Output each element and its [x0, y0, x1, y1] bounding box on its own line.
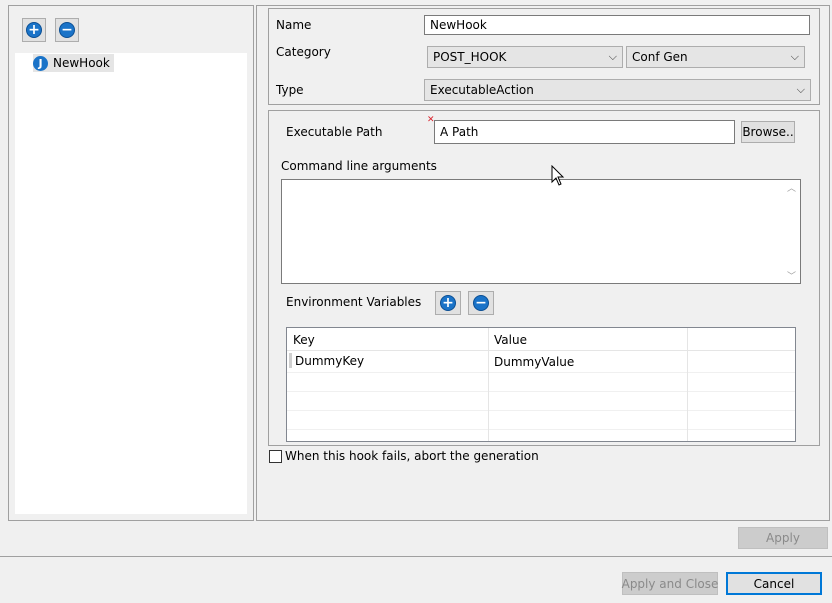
- cmd-args-textarea[interactable]: ︿ ﹀: [281, 179, 801, 284]
- env-value-cell[interactable]: DummyValue: [488, 352, 687, 372]
- abort-on-fail-checkbox[interactable]: [269, 450, 282, 463]
- subcategory-select[interactable]: Conf Gen ⌵: [626, 46, 805, 68]
- chevron-down-icon: ⌵: [608, 50, 617, 63]
- column-divider: [488, 328, 489, 441]
- hook-tree[interactable]: J NewHook: [15, 53, 247, 514]
- category-select-value: POST_HOOK: [433, 50, 507, 64]
- table-header-row: Key Value: [287, 330, 795, 351]
- category-select[interactable]: POST_HOOK ⌵: [427, 46, 623, 68]
- error-icon: ✕: [427, 115, 435, 125]
- name-label: Name: [276, 18, 312, 32]
- apply-button[interactable]: Apply: [738, 527, 828, 549]
- env-vars-table[interactable]: Key Value DummyKey DummyValue: [286, 327, 796, 442]
- type-select[interactable]: ExecutableAction ⌵: [424, 79, 811, 101]
- plus-icon: +: [440, 295, 456, 311]
- hook-icon: J: [33, 55, 48, 71]
- table-row[interactable]: [287, 391, 795, 411]
- hook-list-panel: + − J NewHook: [8, 5, 254, 521]
- minus-icon: −: [473, 295, 489, 311]
- table-row[interactable]: DummyKey DummyValue: [287, 350, 795, 373]
- env-vars-label: Environment Variables: [286, 295, 422, 309]
- minus-icon: −: [59, 22, 75, 38]
- column-header-key[interactable]: Key: [287, 330, 488, 350]
- apply-and-close-button[interactable]: Apply and Close: [622, 572, 718, 595]
- table-row[interactable]: [287, 410, 795, 430]
- hook-details-panel: Name NewHook Category POST_HOOK ⌵ Conf G…: [256, 5, 830, 521]
- table-row[interactable]: [287, 372, 795, 392]
- footer-separator: [0, 556, 832, 557]
- type-select-value: ExecutableAction: [430, 83, 534, 97]
- column-divider: [687, 328, 688, 441]
- chevron-down-icon: ⌵: [796, 83, 805, 96]
- chevron-up-icon: ︿: [786, 184, 796, 194]
- remove-hook-button[interactable]: −: [55, 18, 79, 42]
- executable-action-group: Executable Path ✕ A Path Browse.. Comman…: [268, 110, 820, 446]
- tree-item-newhook[interactable]: J NewHook: [33, 54, 114, 72]
- add-env-var-button[interactable]: +: [435, 291, 461, 315]
- exec-path-label: Executable Path: [286, 125, 383, 139]
- name-input[interactable]: NewHook: [424, 15, 810, 35]
- env-key-cell[interactable]: DummyKey: [289, 350, 488, 372]
- chevron-down-icon: ⌵: [790, 50, 799, 63]
- mouse-cursor-icon: [551, 165, 565, 186]
- plus-icon: +: [26, 22, 42, 38]
- category-label: Category: [276, 45, 331, 59]
- remove-env-var-button[interactable]: −: [468, 291, 494, 315]
- chevron-down-icon: ﹀: [786, 272, 796, 282]
- exec-path-input[interactable]: A Path: [434, 120, 735, 144]
- cmd-args-label: Command line arguments: [281, 159, 437, 173]
- cancel-button[interactable]: Cancel: [726, 572, 822, 595]
- subcategory-select-value: Conf Gen: [632, 50, 688, 64]
- abort-on-fail-label[interactable]: When this hook fails, abort the generati…: [285, 449, 539, 463]
- cmd-args-scrollbar[interactable]: ︿ ﹀: [784, 181, 799, 282]
- tree-item-label: NewHook: [53, 56, 110, 70]
- browse-button[interactable]: Browse..: [741, 121, 795, 143]
- column-header-value[interactable]: Value: [488, 330, 687, 350]
- type-label: Type: [276, 83, 304, 97]
- add-hook-button[interactable]: +: [22, 18, 46, 42]
